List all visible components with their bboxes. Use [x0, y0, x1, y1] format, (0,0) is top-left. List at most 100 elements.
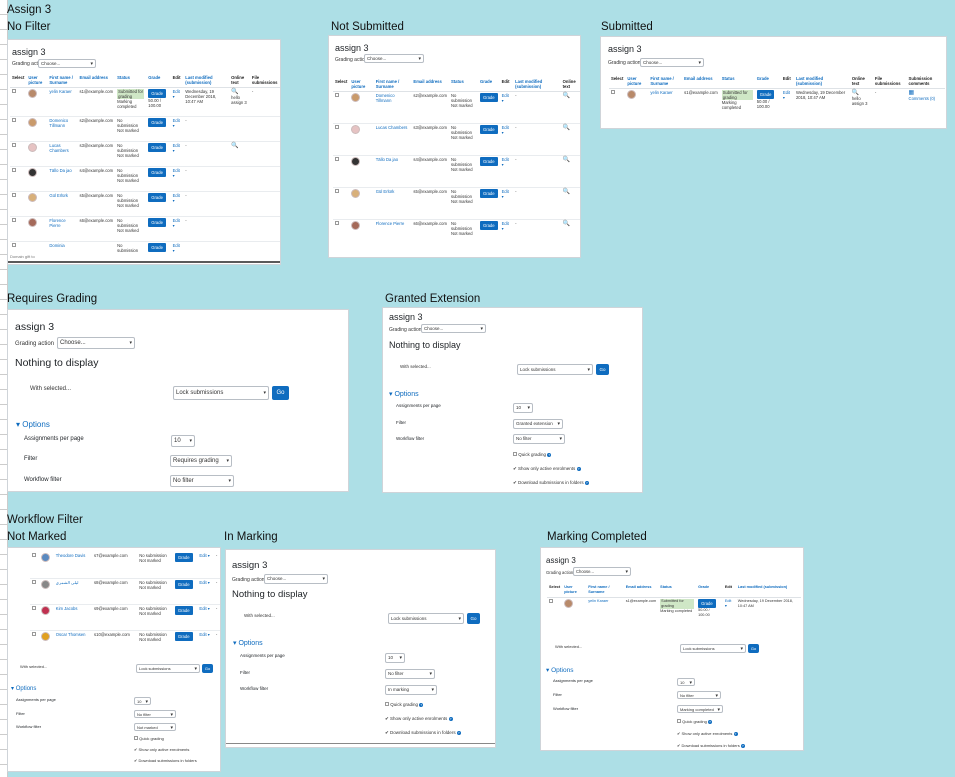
bulk-action-select[interactable]: Lock submissions — [388, 613, 464, 624]
grade-button[interactable]: Grade — [479, 156, 498, 166]
help-icon[interactable]: ? — [733, 732, 738, 736]
edit-menu[interactable]: Edit — [199, 580, 206, 585]
per-page-select[interactable]: 10 — [134, 697, 151, 705]
grade-button[interactable]: Grade — [148, 142, 166, 152]
workflow-filter-select[interactable]: Not marked — [134, 723, 176, 731]
avatar[interactable] — [28, 192, 38, 202]
quick-grading-option[interactable]: Quick grading — [134, 736, 164, 741]
download-folders-option[interactable]: ✔ Download submissions in folders ? — [513, 480, 589, 486]
grading-action-select[interactable]: Choose... — [640, 58, 704, 67]
row-checkbox[interactable] — [32, 605, 36, 610]
avatar[interactable] — [351, 124, 361, 134]
col-last-modified[interactable]: Last modified (submission) — [183, 74, 230, 88]
student-name[interactable]: Gül Erlürk — [47, 190, 78, 217]
active-enrolments-option[interactable]: ✔ Show only active enrolments ? — [677, 731, 738, 736]
per-page-select[interactable]: 10 — [385, 653, 405, 663]
avatar[interactable] — [28, 117, 38, 127]
edit-menu[interactable]: Edit — [173, 218, 180, 223]
quick-grading-option[interactable]: Quick grading ? — [677, 719, 712, 724]
go-button[interactable]: Go — [202, 664, 213, 673]
avatar[interactable] — [564, 598, 574, 608]
help-icon[interactable]: ? — [547, 453, 552, 457]
edit-menu[interactable]: Edit — [173, 143, 180, 148]
row-checkbox[interactable] — [12, 167, 16, 172]
bulk-action-select[interactable]: Lock submissions — [680, 644, 746, 653]
avatar[interactable] — [28, 88, 38, 98]
col-user-picture[interactable]: User picture — [349, 78, 374, 92]
avatar[interactable] — [28, 217, 38, 227]
go-button[interactable]: Go — [467, 613, 480, 624]
filter-select[interactable]: Requires grading — [170, 455, 232, 467]
grade-button[interactable]: Grade — [148, 117, 166, 127]
go-button[interactable]: Go — [272, 386, 289, 400]
row-checkbox[interactable] — [335, 220, 339, 225]
grade-button[interactable]: Grade — [148, 167, 166, 177]
grade-button[interactable]: Grade — [148, 242, 166, 252]
grade-button[interactable]: Grade — [698, 598, 716, 608]
comment-icon[interactable]: ▦ — [909, 90, 915, 96]
help-icon[interactable]: ? — [419, 703, 424, 707]
grade-button[interactable]: Grade — [479, 188, 498, 198]
col-status[interactable]: Status — [719, 75, 755, 89]
avatar[interactable] — [351, 156, 361, 166]
help-icon[interactable]: ? — [707, 720, 712, 724]
student-name[interactable]: Gül Erlürk — [373, 186, 412, 220]
avatar[interactable] — [28, 167, 38, 177]
go-button[interactable]: Go — [596, 364, 609, 375]
row-checkbox[interactable] — [32, 553, 36, 557]
row-checkbox[interactable] — [12, 217, 16, 222]
student-name[interactable]: ليلى الشمري — [53, 577, 93, 604]
student-name[interactable]: Domenico Tillmann — [47, 115, 78, 142]
search-icon[interactable]: 🔍 — [852, 90, 859, 96]
grade-button[interactable]: Grade — [479, 92, 498, 102]
edit-menu[interactable]: Edit — [502, 157, 509, 162]
grade-button[interactable]: Grade — [756, 89, 775, 99]
col-user-picture[interactable]: User picture — [562, 584, 587, 598]
help-icon[interactable]: ? — [448, 717, 453, 721]
grading-action-select[interactable]: Choose... — [38, 59, 96, 68]
options-toggle[interactable]: ▾ Options — [389, 390, 419, 398]
quick-grading-option[interactable]: Quick grading ? — [513, 452, 552, 457]
row-checkbox[interactable] — [12, 117, 16, 122]
grade-button[interactable]: Grade — [479, 220, 498, 230]
student-name[interactable]: Tällo Da jao — [47, 165, 78, 192]
edit-menu[interactable]: Edit — [173, 118, 180, 123]
row-checkbox[interactable] — [12, 142, 16, 147]
edit-menu[interactable]: Edit — [199, 632, 206, 637]
filter-select[interactable]: Granted extension — [513, 419, 563, 429]
search-icon[interactable]: 🔍 — [563, 93, 570, 99]
avatar[interactable] — [351, 188, 361, 198]
edit-menu[interactable]: Edit — [502, 93, 509, 98]
student-name[interactable]: Kim Jacobs — [53, 603, 93, 630]
col-grade[interactable]: Grade — [696, 584, 723, 598]
row-checkbox[interactable] — [611, 89, 615, 94]
per-page-select[interactable]: 10 — [171, 435, 195, 447]
col-status[interactable]: Status — [448, 78, 478, 92]
filter-select[interactable]: No filter — [385, 669, 435, 679]
col-last-modified[interactable]: Last modified (submission) — [513, 78, 561, 92]
bulk-action-select[interactable]: Lock submissions — [173, 386, 269, 400]
options-toggle[interactable]: ▾ Options — [233, 639, 263, 647]
student-name[interactable]: Florence Pierre — [47, 215, 78, 242]
options-toggle[interactable]: ▾ Options — [11, 685, 36, 692]
col-email[interactable]: Email address — [682, 75, 720, 89]
download-folders-option[interactable]: ✔ Download submissions in folders — [134, 758, 197, 763]
grade-button[interactable]: Grade — [148, 192, 166, 202]
avatar[interactable] — [41, 631, 51, 641]
col-status[interactable]: Status — [658, 584, 697, 598]
per-page-select[interactable]: 10 — [513, 403, 533, 413]
col-email[interactable]: Email address — [623, 584, 659, 598]
filter-select[interactable]: No filter — [677, 691, 721, 699]
grading-action-select[interactable]: Choose... — [421, 324, 486, 333]
filter-select[interactable]: No filter — [134, 710, 176, 718]
student-name[interactable]: Tällo Da jao — [373, 154, 412, 188]
student-name[interactable]: yelin Karaer — [648, 87, 683, 112]
col-email[interactable]: Email address — [77, 74, 116, 88]
search-icon[interactable]: 🔍 — [231, 143, 238, 149]
search-icon[interactable]: 🔍 — [563, 125, 570, 131]
edit-menu[interactable]: Edit — [199, 553, 206, 558]
grade-button[interactable]: Grade — [174, 605, 193, 615]
student-name[interactable]: Theodore Davis — [54, 552, 92, 578]
edit-menu[interactable]: Edit — [199, 606, 206, 611]
col-last-modified[interactable]: Last modified (submission) — [735, 584, 801, 598]
